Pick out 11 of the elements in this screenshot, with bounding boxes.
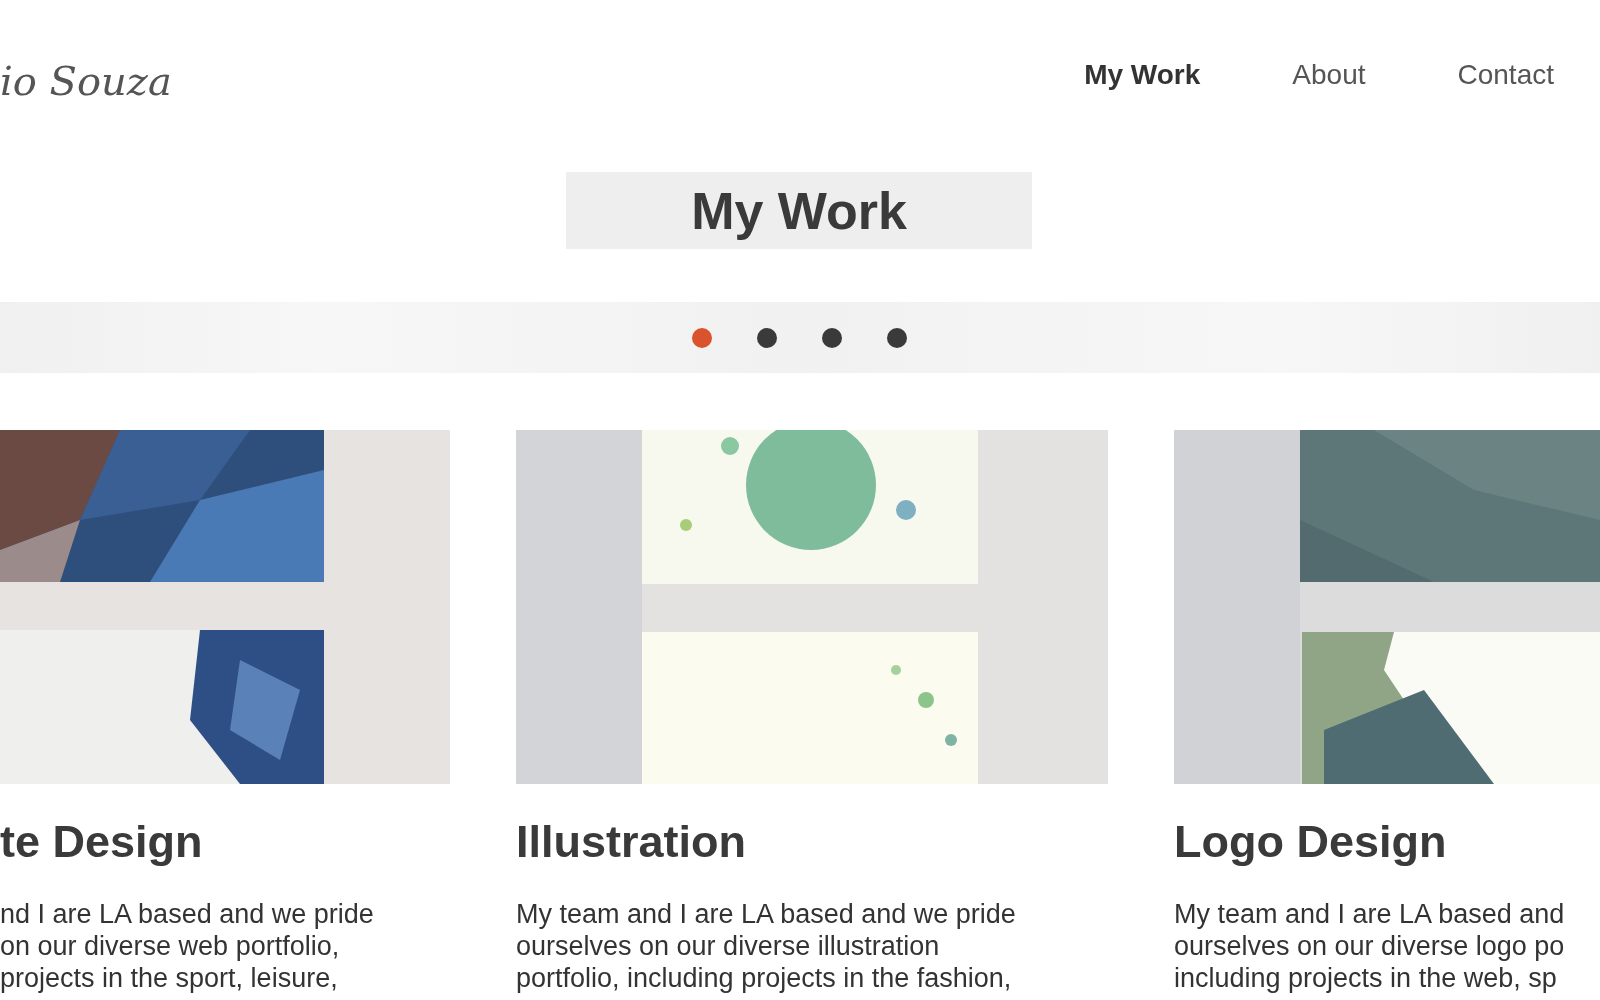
nav-link[interactable]: About [1292,54,1366,96]
site-logo[interactable]: io Souza [0,51,172,111]
page-title: My Work [566,172,1032,249]
nav-link[interactable]: My Work [1084,54,1201,96]
card-description: My team and I are LA based and ourselves on our diverse logo po including projects in the web, sp [1174,898,1565,994]
card-description: nd I are LA based and we pride on our diverse web portfolio, projects in the sport, leisure, [0,898,374,994]
card-title: Illustration [516,815,746,869]
card-title: te Design [0,815,203,869]
card-description: My team and I are LA based and we pride ourselves on our diverse illustration portfolio, including projects in the fashion, [516,898,1016,994]
card-title: Logo Design [1174,815,1447,869]
nav-link[interactable]: Contact [1457,54,1554,96]
